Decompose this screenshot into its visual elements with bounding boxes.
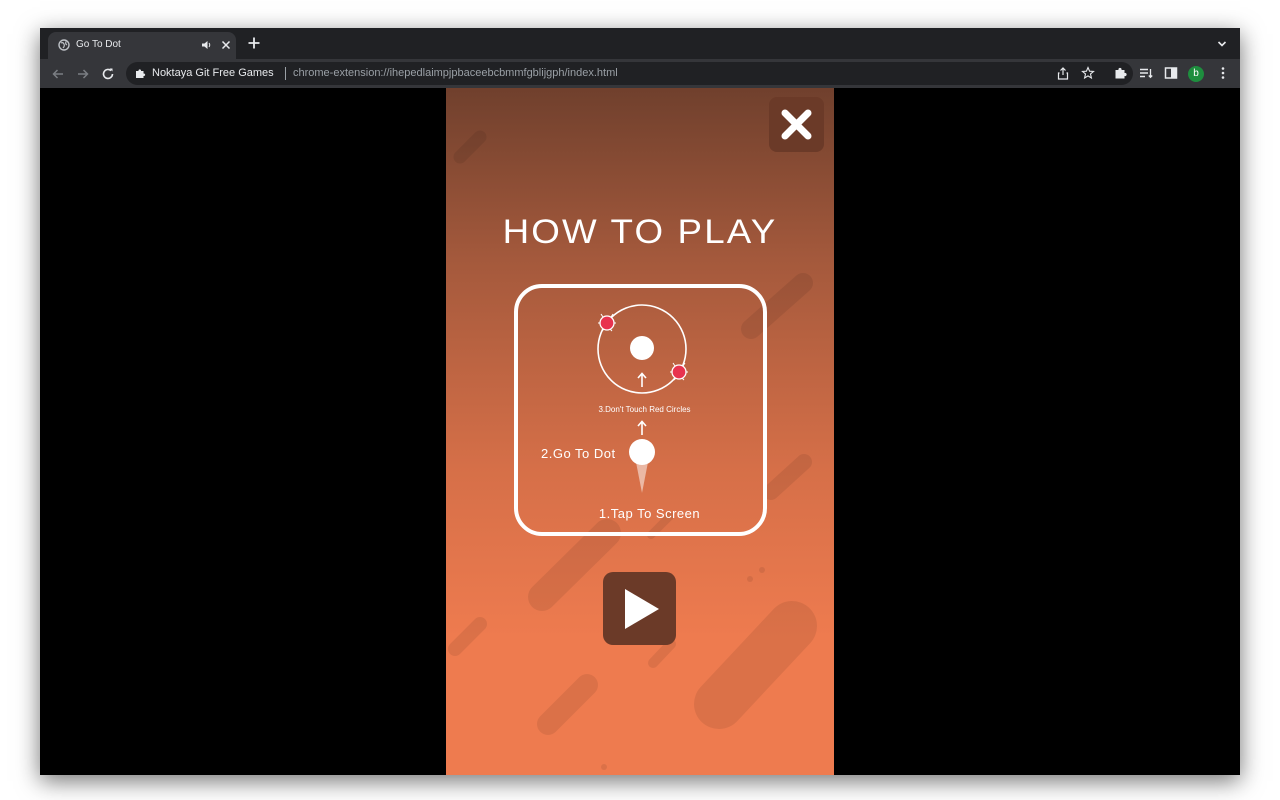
- reading-list-icon[interactable]: [1139, 66, 1153, 80]
- back-icon[interactable]: [50, 66, 66, 82]
- step-1-label: 1.Tap To Screen: [598, 506, 701, 521]
- play-button[interactable]: [603, 572, 676, 645]
- chevron-down-icon[interactable]: [1216, 38, 1228, 50]
- page-viewport: HOW TO PLAY 3.Don't Touch Red Circles 2.…: [40, 88, 1240, 775]
- site-name: Noktaya Git Free Games: [152, 67, 274, 79]
- forward-icon[interactable]: [75, 66, 91, 82]
- more-icon[interactable]: [1216, 66, 1230, 80]
- instructions-illustration: [597, 304, 688, 493]
- step-3-label: 3.Don't Touch Red Circles: [598, 405, 691, 414]
- close-icon: [781, 109, 812, 140]
- browser-toolbar: Noktaya Git Free Games chrome-extension:…: [40, 59, 1240, 88]
- close-button[interactable]: [769, 97, 824, 152]
- star-icon[interactable]: [1081, 66, 1095, 80]
- audio-icon[interactable]: [201, 39, 213, 51]
- share-icon[interactable]: [1057, 67, 1069, 80]
- side-panel-icon[interactable]: [1164, 66, 1178, 80]
- extensions-icon[interactable]: [1114, 66, 1128, 80]
- tab-go-to-dot[interactable]: Go To Dot: [48, 32, 236, 59]
- instructions-panel: 3.Don't Touch Red Circles 2.Go To Dot 1.…: [514, 284, 767, 536]
- page-title: HOW TO PLAY: [502, 213, 778, 251]
- avatar[interactable]: b: [1188, 66, 1204, 82]
- address-bar[interactable]: Noktaya Git Free Games chrome-extension:…: [126, 62, 1133, 85]
- reload-icon[interactable]: [100, 66, 116, 82]
- browser-window: Go To Dot Noktaya Git Free Games chrome-…: [40, 28, 1240, 775]
- red-circle-icon: [670, 362, 688, 381]
- close-icon[interactable]: [219, 38, 233, 52]
- play-icon: [625, 589, 659, 629]
- divider: [285, 67, 286, 80]
- plus-icon[interactable]: [247, 36, 261, 50]
- puzzle-icon: [136, 69, 146, 78]
- url-text[interactable]: chrome-extension://ihepedlaimpjpbaceebcb…: [293, 67, 618, 79]
- step-2-label: 2.Go To Dot: [541, 446, 616, 461]
- game-canvas[interactable]: HOW TO PLAY 3.Don't Touch Red Circles 2.…: [446, 88, 834, 775]
- tab-strip: Go To Dot: [40, 28, 1240, 59]
- tab-title: Go To Dot: [76, 39, 121, 50]
- globe-icon: [58, 39, 70, 51]
